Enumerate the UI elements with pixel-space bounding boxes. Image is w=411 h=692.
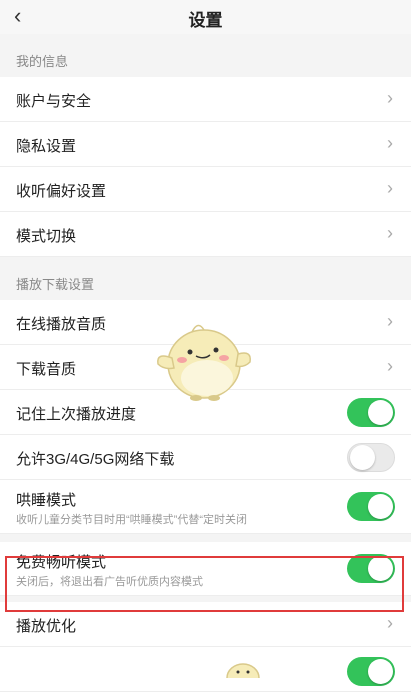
settings-item-sleep-mode: 哄睡模式 收听儿童分类节目时用“哄睡模式”代替“定时关闭: [0, 480, 411, 534]
toggle-knob: [368, 556, 393, 581]
toggle-knob: [368, 400, 393, 425]
chevron-right-icon: ›: [387, 223, 393, 243]
sleep-mode-toggle[interactable]: [347, 492, 395, 521]
section-header-my-info: 我的信息: [0, 34, 411, 77]
chevron-right-icon: ›: [387, 311, 393, 331]
settings-item-free-mode: 免费畅听模式 关闭后，将退出看广告听优质内容模式: [0, 542, 411, 596]
chevron-right-icon: ›: [387, 356, 393, 376]
settings-item-partial: [0, 647, 411, 692]
settings-item-label: 账户与安全: [16, 93, 92, 110]
settings-item-mode-switch[interactable]: 模式切换 ›: [0, 212, 411, 257]
settings-item-listening-pref[interactable]: 收听偏好设置 ›: [0, 167, 411, 212]
free-mode-toggle[interactable]: [347, 554, 395, 583]
settings-item-account[interactable]: 账户与安全 ›: [0, 77, 411, 122]
chevron-right-icon: ›: [387, 88, 393, 108]
settings-item-label: 哄睡模式: [16, 492, 77, 509]
chevron-right-icon: ›: [387, 613, 393, 633]
chevron-right-icon: ›: [387, 133, 393, 153]
settings-item-label: 在线播放音质: [16, 316, 107, 333]
page-title: 设置: [188, 11, 223, 30]
toggle-knob: [368, 659, 393, 684]
settings-item-label: 收听偏好设置: [16, 183, 107, 200]
settings-item-label: 隐私设置: [16, 138, 77, 155]
settings-item-label: 下载音质: [16, 361, 77, 378]
settings-item-description: 关闭后，将退出看广告听优质内容模式: [16, 576, 203, 588]
chick-mascot-icon: [157, 324, 251, 401]
settings-item-label: 记住上次播放进度: [16, 406, 137, 423]
settings-item-allow-cellular: 允许3G/4G/5G网络下载: [0, 435, 411, 480]
chick-mascot-partial-icon: [226, 663, 260, 678]
settings-item-label: 播放优化: [16, 618, 77, 635]
chevron-right-icon: ›: [387, 178, 393, 198]
toggle-knob: [350, 445, 375, 470]
allow-cellular-toggle[interactable]: [347, 443, 395, 472]
remember-progress-toggle[interactable]: [347, 398, 395, 427]
settings-item-privacy[interactable]: 隐私设置 ›: [0, 122, 411, 167]
toggle-knob: [368, 494, 393, 519]
partial-toggle[interactable]: [347, 657, 395, 686]
settings-item-label: 模式切换: [16, 228, 77, 245]
section-header-playback: 播放下载设置: [0, 257, 411, 300]
settings-item-label: 免费畅听模式: [16, 554, 107, 571]
settings-item-playback-optimization[interactable]: 播放优化 ›: [0, 602, 411, 647]
settings-item-label: 允许3G/4G/5G网络下载: [16, 451, 175, 468]
settings-item-description: 收听儿童分类节目时用“哄睡模式”代替“定时关闭: [16, 514, 247, 526]
nav-bar: ‹ 设置: [0, 0, 411, 34]
